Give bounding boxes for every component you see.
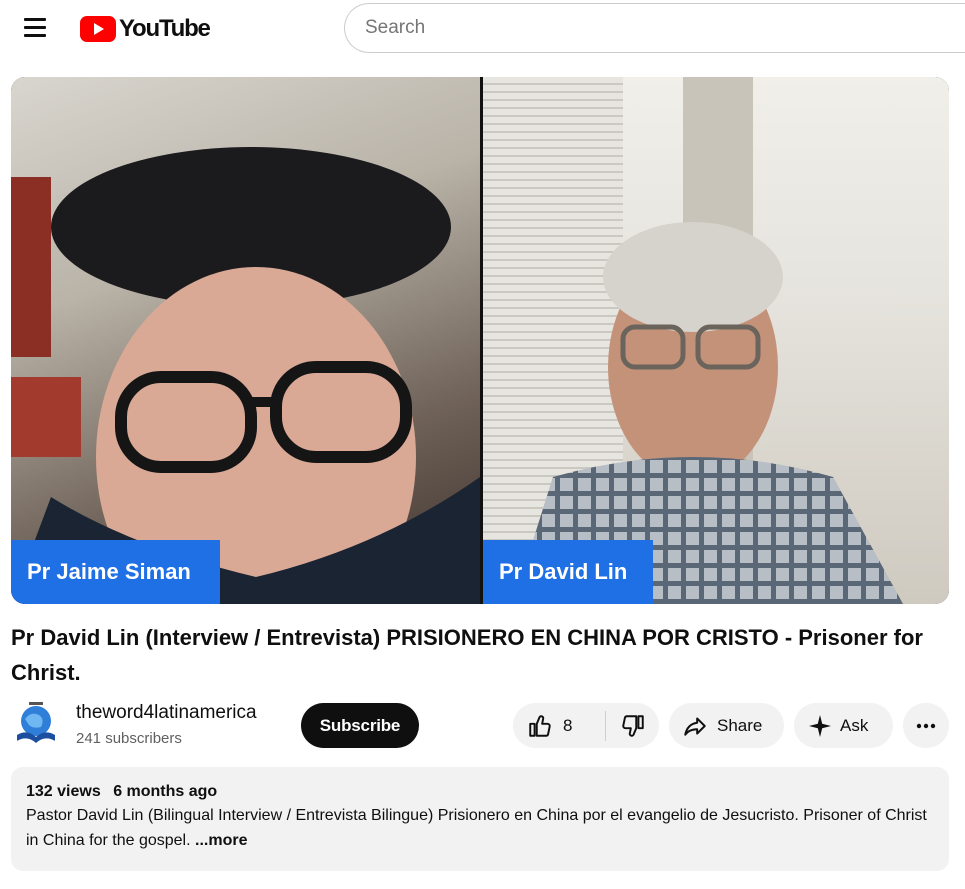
ask-label: Ask bbox=[840, 715, 869, 735]
upload-date: 6 months ago bbox=[113, 783, 218, 800]
thumbs-up-icon bbox=[529, 714, 551, 737]
guide-menu-button[interactable] bbox=[20, 14, 52, 42]
like-dislike-group: 8 bbox=[513, 703, 659, 748]
share-button[interactable]: Share bbox=[669, 703, 784, 748]
more-actions-button[interactable] bbox=[903, 703, 949, 748]
like-button[interactable]: 8 bbox=[513, 703, 605, 748]
channel-avatar[interactable] bbox=[11, 699, 61, 749]
like-count: 8 bbox=[563, 715, 573, 735]
speaker-left-name-tag: Pr Jaime Siman bbox=[11, 540, 220, 604]
hamburger-icon-bar bbox=[24, 26, 46, 29]
share-label: Share bbox=[717, 715, 763, 735]
description-text: Pastor David Lin (Bilingual Interview / … bbox=[26, 803, 934, 853]
share-arrow-icon bbox=[684, 716, 706, 736]
description-box[interactable]: 132 views 6 months ago Pastor David Lin … bbox=[11, 767, 949, 871]
video-pane-right bbox=[483, 77, 949, 604]
speaker-right-name-tag: Pr David Lin bbox=[483, 540, 653, 604]
channel-name[interactable]: theword4latinamerica bbox=[76, 702, 257, 724]
youtube-logo[interactable]: YouTube bbox=[80, 14, 211, 44]
video-title: Pr David Lin (Interview / Entrevista) PR… bbox=[11, 625, 923, 685]
logo-text: YouTube bbox=[119, 15, 211, 42]
sparkle-icon bbox=[809, 714, 831, 737]
description-snippet: Pastor David Lin (Bilingual Interview / … bbox=[26, 807, 927, 849]
search-input[interactable] bbox=[344, 3, 965, 53]
view-count: 132 views bbox=[26, 783, 101, 800]
video-meta: 132 views 6 months ago bbox=[26, 783, 934, 801]
youtube-play-icon bbox=[80, 16, 116, 42]
speaker-left-figure bbox=[11, 147, 480, 604]
video-pane-left bbox=[11, 77, 480, 604]
thumbs-down-icon bbox=[621, 714, 644, 737]
description-more-link[interactable]: ...more bbox=[195, 832, 247, 849]
globe-bible-logo-icon bbox=[11, 699, 61, 749]
hamburger-icon-bar bbox=[24, 34, 46, 37]
subscribe-button[interactable]: Subscribe bbox=[301, 703, 419, 748]
subscriber-count: 241 subscribers bbox=[76, 730, 182, 747]
hamburger-icon bbox=[24, 18, 46, 21]
dislike-button[interactable] bbox=[606, 703, 659, 748]
video-player[interactable]: Pr Jaime Siman Pr David Lin bbox=[11, 77, 949, 604]
masthead: YouTube bbox=[0, 0, 965, 56]
speaker-right-figure bbox=[513, 77, 903, 604]
ask-button[interactable]: Ask bbox=[794, 703, 893, 748]
more-horizontal-icon bbox=[916, 723, 936, 728]
